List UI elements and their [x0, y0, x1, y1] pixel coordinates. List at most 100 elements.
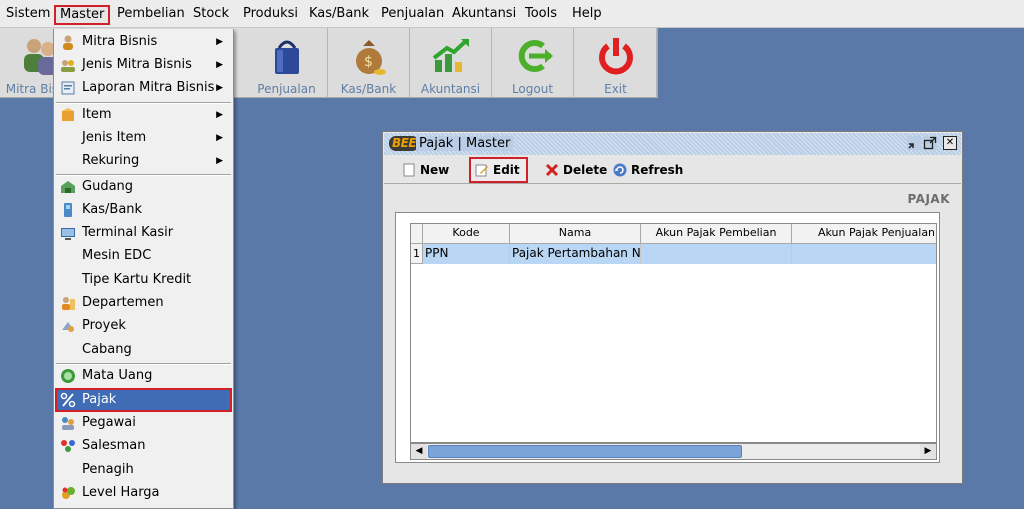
toolbar-akuntansi-button[interactable]: Akuntansi [410, 28, 492, 98]
submenu-arrow-icon: ▶ [216, 110, 223, 120]
menu-item-laporan-mitra-bisnis[interactable]: Laporan Mitra Bisnis ▶ [56, 77, 231, 99]
submenu-arrow-icon: ▶ [216, 133, 223, 143]
close-icon[interactable]: ✕ [943, 136, 957, 150]
submenu-arrow-icon: ▶ [216, 60, 223, 70]
menu-help[interactable]: Help [568, 5, 606, 25]
menu-pembelian[interactable]: Pembelian [113, 5, 189, 25]
menu-item-pajak[interactable]: Pajak [55, 388, 232, 412]
scrollbar-thumb[interactable] [428, 445, 742, 458]
cell-akun-pajak-pembelian[interactable] [641, 244, 792, 264]
department-icon [62, 297, 75, 310]
new-document-icon [403, 163, 415, 177]
cash-icon [64, 203, 72, 217]
table-panel: Kode Nama Akun Pajak Pembelian Akun Paja… [395, 212, 940, 463]
toolbar-label: Logout [511, 82, 554, 96]
edit-button[interactable]: Edit [469, 157, 528, 183]
terminal-icon [61, 228, 75, 240]
menu-tools[interactable]: Tools [521, 5, 561, 25]
currency-icon [61, 369, 75, 383]
master-dropdown-menu: Mitra Bisnis ▶ Jenis Mitra Bisnis ▶ Lapora… [53, 29, 234, 509]
report-icon [61, 81, 75, 95]
table-row[interactable]: PPN Pajak Pertambahan Ni [411, 244, 936, 264]
percent-icon [60, 392, 76, 408]
scroll-right-icon[interactable]: ▶ [920, 444, 936, 459]
power-icon [598, 38, 633, 75]
toolbar-penjualan-button[interactable]: Penjualan [246, 28, 328, 98]
toolbar-logout-button[interactable]: Logout [492, 28, 574, 98]
refresh-button[interactable]: Refresh [609, 159, 683, 181]
horizontal-scrollbar[interactable]: ◀ ▶ [410, 443, 937, 460]
row-header-corner [411, 224, 423, 244]
project-icon [62, 322, 74, 332]
toolbar-kas-bank-button[interactable]: $ Kas/Bank [328, 28, 410, 98]
pajak-master-window: BEE Pajak | Master ✕ New Edit Delete Ref… [382, 131, 963, 484]
new-button[interactable]: New [398, 159, 460, 181]
menu-stock[interactable]: Stock [189, 5, 233, 25]
menu-master[interactable]: Master [54, 5, 111, 25]
menu-item-kas-bank[interactable]: Kas/Bank [56, 199, 231, 221]
submenu-arrow-icon: ▶ [216, 37, 223, 47]
refresh-icon [613, 163, 627, 177]
submenu-arrow-icon: ▶ [216, 156, 223, 166]
menu-item-pegawai[interactable]: Pegawai [56, 412, 231, 434]
window-toolbar: New Edit Delete Refresh [384, 156, 961, 184]
edit-icon [475, 164, 488, 177]
menu-kas-bank[interactable]: Kas/Bank [305, 5, 373, 25]
menu-item-tipe-kartu-kredit[interactable]: Tipe Kartu Kredit [56, 269, 231, 291]
window-title: Pajak | Master [416, 136, 514, 151]
menu-item-jenis-mitra-bisnis[interactable]: Jenis Mitra Bisnis ▶ [56, 54, 231, 76]
menu-item-proyek[interactable]: Proyek [56, 315, 231, 337]
employee-icon [62, 417, 74, 430]
menu-item-departemen[interactable]: Departemen [56, 292, 231, 314]
warehouse-icon [61, 181, 75, 193]
people-icon [61, 60, 75, 72]
column-header-akun-pajak-penjualan[interactable]: Akun Pajak Penjualan [792, 224, 936, 244]
cell-akun-pajak-penjualan[interactable] [792, 244, 936, 264]
toolbar-label: Akuntansi [420, 82, 481, 96]
price-level-icon [62, 487, 75, 499]
pajak-table: Kode Nama Akun Pajak Pembelian Akun Paja… [410, 223, 937, 443]
menu-item-salesman[interactable]: Salesman [56, 435, 231, 457]
toolbar-label: Kas/Bank [340, 82, 397, 96]
menu-akuntansi[interactable]: Akuntansi [448, 5, 520, 25]
salesman-icon [61, 440, 75, 452]
row-number: 1 [411, 244, 423, 264]
menu-sistem[interactable]: Sistem [2, 5, 54, 25]
menu-item-mata-uang[interactable]: Mata Uang [56, 365, 231, 387]
scroll-left-icon[interactable]: ◀ [411, 444, 427, 459]
app-logo: BEE [389, 136, 420, 151]
maximize-icon[interactable] [923, 136, 937, 150]
delete-button[interactable]: Delete [541, 159, 607, 181]
menu-item-rekuring[interactable]: Rekuring ▶ [56, 150, 231, 172]
menu-item-mitra-bisnis[interactable]: Mitra Bisnis ▶ [56, 31, 231, 53]
column-header-nama[interactable]: Nama [510, 224, 641, 244]
column-header-kode[interactable]: Kode [423, 224, 510, 244]
cell-nama[interactable]: Pajak Pertambahan Ni [510, 244, 641, 264]
menu-item-mesin-edc[interactable]: Mesin EDC [56, 245, 231, 267]
logout-icon [518, 40, 553, 72]
menu-item-penagih[interactable]: Penagih [56, 459, 231, 481]
menu-produksi[interactable]: Produksi [239, 5, 302, 25]
toolbar-exit-button[interactable]: Exit [575, 28, 657, 98]
delete-x-icon [545, 163, 559, 177]
menu-item-gudang[interactable]: Gudang [56, 176, 231, 198]
shopping-bag-icon [274, 40, 299, 74]
column-header-akun-pajak-pembelian[interactable]: Akun Pajak Pembelian [641, 224, 792, 244]
svg-text:$: $ [364, 54, 373, 70]
menu-penjualan[interactable]: Penjualan [377, 5, 448, 25]
person-icon [63, 35, 73, 50]
menu-item-cabang[interactable]: Cabang [56, 339, 231, 361]
menu-item-level-harga[interactable]: Level Harga [56, 482, 231, 504]
page-heading: PAJAK [907, 192, 950, 206]
chart-up-icon [432, 38, 469, 72]
submenu-arrow-icon: ▶ [216, 83, 223, 93]
money-bag-icon: $ [355, 40, 386, 75]
menu-item-item[interactable]: Item ▶ [56, 104, 231, 126]
window-title-bar[interactable]: BEE Pajak | Master ✕ [384, 133, 961, 155]
menu-item-terminal-kasir[interactable]: Terminal Kasir [56, 222, 231, 244]
minimize-icon[interactable] [907, 136, 921, 150]
menubar: Sistem Master Pembelian Stock Produksi K… [0, 0, 1024, 28]
cell-kode[interactable]: PPN [423, 244, 510, 264]
menu-item-jenis-item[interactable]: Jenis Item ▶ [56, 127, 231, 149]
box-icon [62, 108, 74, 121]
